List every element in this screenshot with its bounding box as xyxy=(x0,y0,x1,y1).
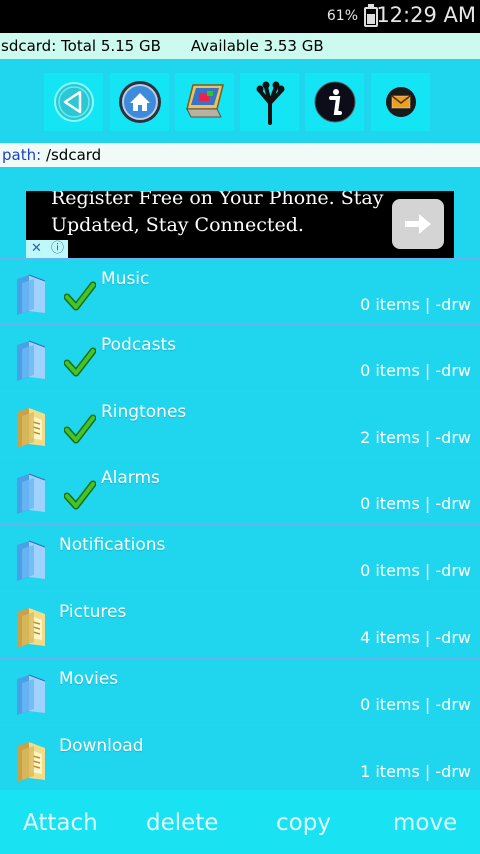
storage-info: sdcard: Total 5.15 GB Available 3.53 GB xyxy=(0,33,480,59)
file-meta: 0 items | -drw xyxy=(360,561,471,581)
check-icon[interactable] xyxy=(63,347,97,377)
file-meta: 1 items | -drw xyxy=(360,761,471,781)
file-name: Notifications xyxy=(59,535,166,556)
blue-folder-icon xyxy=(14,673,48,715)
yellow-folder-icon xyxy=(14,606,48,648)
move-button[interactable]: move xyxy=(393,810,457,836)
file-name: Podcasts xyxy=(101,334,176,355)
file-meta: 0 items | -drw xyxy=(360,494,471,514)
file-name: Download xyxy=(59,735,144,756)
action-bar: Attach delete copy move xyxy=(0,790,480,854)
ad-controls: ✕ ⓘ xyxy=(26,240,68,258)
status-bar: 61% 12:29 AM xyxy=(0,0,480,33)
path-label: path: xyxy=(2,146,42,164)
mail-button[interactable] xyxy=(371,73,430,131)
file-name: Music xyxy=(101,269,150,289)
file-meta: 0 items | -drw xyxy=(360,694,471,714)
file-row[interactable]: Movies 0 items | -drw xyxy=(0,659,480,726)
check-icon[interactable] xyxy=(63,414,97,444)
file-meta: 0 items | -drw xyxy=(360,295,471,314)
file-meta: 4 items | -drw xyxy=(360,627,471,647)
tree-branch-icon xyxy=(256,81,284,125)
blue-folder-icon xyxy=(14,339,48,381)
path-bar: path: /sdcard xyxy=(0,143,480,167)
tree-button[interactable] xyxy=(240,73,299,131)
right-arrow-icon xyxy=(405,214,431,234)
blue-folder-icon xyxy=(14,273,48,315)
file-meta: 0 items | -drw xyxy=(360,360,471,380)
file-meta: 2 items | -drw xyxy=(360,427,471,447)
check-icon[interactable] xyxy=(63,281,97,311)
computer-button[interactable] xyxy=(175,73,234,131)
back-arrow-icon xyxy=(53,82,94,122)
file-row[interactable]: Pictures 4 items | -drw xyxy=(0,592,480,659)
file-row[interactable]: Download 1 items | -drw xyxy=(0,726,480,793)
storage-total: sdcard: Total 5.15 GB xyxy=(1,37,161,55)
ad-close-icon[interactable]: ✕ xyxy=(26,240,47,258)
toolbar xyxy=(0,59,480,143)
file-name: Ringtones xyxy=(101,401,187,422)
file-row[interactable]: Alarms 0 items | -drw xyxy=(0,458,480,526)
delete-button[interactable]: delete xyxy=(146,810,218,836)
mail-icon xyxy=(385,87,416,117)
blue-folder-icon xyxy=(14,539,48,582)
ad-info-icon[interactable]: ⓘ xyxy=(47,240,68,258)
home-icon xyxy=(118,81,161,123)
ad-text: Register Free on Your Phone. Stay Update… xyxy=(51,191,384,236)
ad-banner[interactable]: Register Free on Your Phone. Stay Update… xyxy=(26,191,454,258)
ad-arrow-button[interactable] xyxy=(392,199,444,249)
check-icon[interactable] xyxy=(63,480,97,510)
yellow-folder-icon xyxy=(14,406,48,448)
battery-percentage: 61% xyxy=(326,8,358,24)
file-row[interactable]: Notifications 0 items | -drw xyxy=(0,525,480,592)
file-list: Music 0 items | -drw Podcasts 0 items | -dr… xyxy=(0,258,480,793)
back-button[interactable] xyxy=(44,73,103,131)
file-row[interactable]: Ringtones 2 items | -drw xyxy=(0,392,480,459)
file-name: Alarms xyxy=(101,468,160,489)
yellow-folder-icon xyxy=(14,740,48,782)
info-icon xyxy=(314,81,355,123)
file-row[interactable]: Podcasts 0 items | -drw xyxy=(0,325,480,392)
storage-available: Available 3.53 GB xyxy=(190,37,324,55)
file-name: Pictures xyxy=(59,601,127,622)
computer-icon xyxy=(185,84,224,118)
home-button[interactable] xyxy=(110,73,169,131)
attach-button[interactable]: Attach xyxy=(23,810,98,836)
path-value: /sdcard xyxy=(45,146,102,164)
file-row[interactable]: Music 0 items | -drw xyxy=(0,258,480,325)
copy-button[interactable]: copy xyxy=(276,810,331,836)
file-name: Movies xyxy=(59,668,119,689)
clock: 12:29 AM xyxy=(376,3,476,27)
info-button[interactable] xyxy=(305,73,364,131)
blue-folder-icon xyxy=(14,472,48,515)
